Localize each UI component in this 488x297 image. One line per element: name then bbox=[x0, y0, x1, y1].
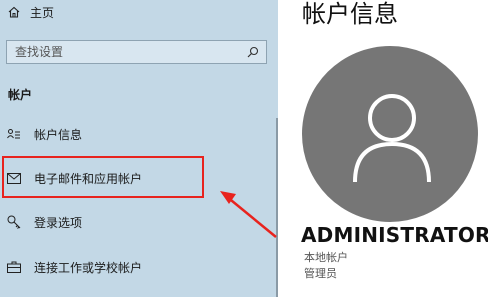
sidebar-item-account-info[interactable]: 帐户信息 bbox=[0, 119, 276, 149]
home-label: 主页 bbox=[30, 5, 55, 20]
annotation-arrow-icon bbox=[220, 191, 277, 238]
search-icon[interactable] bbox=[247, 46, 259, 58]
search-box[interactable] bbox=[6, 40, 267, 64]
settings-window: 主页 帐户 帐户信息 bbox=[0, 0, 488, 297]
annotation-highlight-box bbox=[2, 156, 204, 198]
page-title: 帐户信息 bbox=[302, 0, 398, 28]
user-name: ADMINISTRATOR bbox=[301, 223, 488, 247]
sidebar: 主页 帐户 帐户信息 bbox=[0, 0, 278, 297]
account-type: 本地帐户 bbox=[304, 251, 348, 264]
briefcase-icon bbox=[6, 259, 22, 275]
sidebar-item-work-school[interactable]: 连接工作或学校帐户 bbox=[0, 252, 276, 282]
account-role: 管理员 bbox=[304, 267, 337, 280]
home-nav-item[interactable]: 主页 bbox=[8, 4, 54, 20]
home-icon bbox=[8, 6, 20, 18]
avatar[interactable] bbox=[302, 46, 478, 222]
user-silhouette-icon bbox=[353, 94, 431, 183]
sidebar-item-label: 连接工作或学校帐户 bbox=[34, 260, 143, 275]
key-icon bbox=[6, 214, 22, 230]
sidebar-item-label: 登录选项 bbox=[34, 215, 83, 230]
sidebar-item-label: 帐户信息 bbox=[34, 127, 83, 142]
person-list-icon bbox=[6, 126, 22, 142]
section-title-accounts: 帐户 bbox=[8, 88, 33, 102]
search-input[interactable] bbox=[15, 45, 215, 59]
main-panel: 帐户信息 ADMINISTRATOR 本地帐户 管理员 bbox=[278, 0, 488, 297]
